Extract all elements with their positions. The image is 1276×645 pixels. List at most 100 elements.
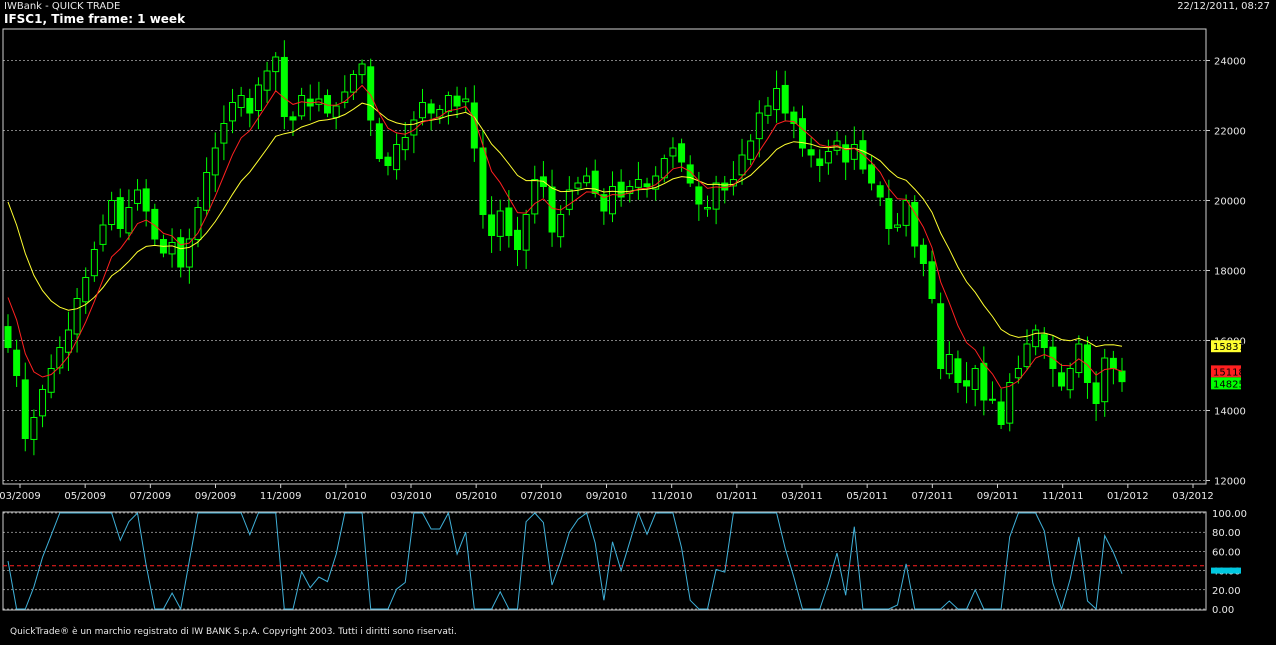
time-tick-label: 11/2011 [1042, 491, 1084, 502]
candle-body [203, 172, 211, 211]
candle-body [1066, 368, 1074, 391]
price-tick-label: 14000 [1214, 407, 1246, 418]
candle-body [557, 214, 565, 238]
candle-body [419, 102, 427, 119]
candle-body [531, 179, 539, 215]
candle-body [496, 210, 504, 237]
candle-body [893, 224, 901, 228]
price-tick-label: 18000 [1214, 267, 1246, 278]
candle-body [125, 207, 133, 234]
time-tick-label: 01/2010 [325, 491, 367, 502]
osc-tick-label: 0.00 [1212, 605, 1234, 616]
candle-body [980, 362, 988, 401]
candle-body [738, 154, 746, 176]
time-tick-label: 05/2009 [64, 491, 106, 502]
candle-body [4, 326, 12, 349]
candle-body [1092, 382, 1100, 404]
candle-body [168, 242, 176, 255]
candle-body [401, 137, 409, 151]
price-axis: 12000140001600018000200002200024000 [1206, 57, 1246, 488]
candle-body [868, 164, 876, 184]
candle-body [64, 329, 72, 353]
time-tick-label: 05/2010 [455, 491, 497, 502]
time-tick-label: 11/2010 [651, 491, 693, 502]
candle-body [678, 143, 686, 163]
candle-body [384, 156, 392, 166]
candle-body [39, 389, 47, 417]
time-tick-label: 03/2010 [390, 491, 432, 502]
candle-body [272, 56, 280, 73]
candle-body [108, 200, 116, 226]
candle-body [902, 200, 910, 226]
oscillator-axis: 0.0020.0040.0060.0080.00100.00 [1211, 509, 1247, 616]
time-tick-label: 01/2012 [1107, 491, 1149, 502]
time-tick-label: 05/2011 [846, 491, 888, 502]
last-value-labels: 15837 1511814825 [1211, 340, 1245, 390]
candle-body [1006, 382, 1014, 424]
candle-body [332, 105, 340, 118]
time-tick-label: 07/2010 [521, 491, 563, 502]
value-badge-text-ma_fast: 15118 [1213, 367, 1245, 378]
candle-body [565, 189, 573, 210]
candle-body [634, 179, 642, 188]
candle-body [1058, 372, 1066, 387]
time-tick-label: 09/2011 [977, 491, 1019, 502]
candle-body [842, 144, 850, 163]
candle-body [246, 97, 254, 114]
candle-body [444, 95, 452, 113]
candle-body [807, 149, 815, 156]
candle-body [608, 186, 616, 215]
time-axis: 03/2009 05/2009 07/2009 09/2009 11/2009 01/20… [0, 484, 1214, 502]
candle-body [548, 186, 556, 233]
candle-body [583, 175, 591, 184]
candle-body [988, 398, 996, 401]
candle-body [349, 74, 357, 93]
candle-body [99, 224, 107, 245]
candle-body [237, 95, 245, 108]
candle-body [479, 147, 487, 215]
candle-body [254, 84, 262, 112]
candle-body [885, 198, 893, 229]
candle-body [781, 84, 789, 114]
candle-body [1023, 343, 1031, 368]
value-badge-text-ma_slow: 15837 [1213, 342, 1245, 353]
candle-body [669, 147, 677, 157]
chart-area: 12000140001600018000200002200024000 03/2… [0, 28, 1247, 616]
osc-tick-label: 100.00 [1212, 509, 1247, 520]
candle-body [798, 118, 806, 149]
candle-body [954, 358, 962, 383]
candle-body [30, 417, 38, 440]
candle-body [695, 186, 703, 205]
candle-body [747, 140, 755, 160]
candle-body [211, 147, 219, 176]
candle-body [945, 354, 953, 375]
candle-body [522, 214, 530, 251]
candle-body [229, 102, 237, 122]
candle-body [410, 119, 418, 136]
candle-body [574, 182, 582, 189]
candle-body [358, 63, 366, 76]
candle-body [824, 151, 832, 164]
candle-body [453, 95, 461, 107]
candle-body [764, 105, 772, 116]
value-badge-text-price: 14825 [1213, 379, 1245, 390]
candle-body [427, 103, 435, 114]
candle-body [13, 349, 21, 376]
price-tick-label: 24000 [1214, 57, 1246, 68]
time-tick-label: 07/2009 [130, 491, 172, 502]
osc-current-marker [1211, 567, 1241, 574]
candle-body [90, 249, 98, 277]
candle-body [375, 123, 383, 159]
candle-body [816, 158, 824, 167]
candle-body [393, 144, 401, 171]
candle-body [850, 144, 858, 160]
time-tick-label: 07/2011 [912, 491, 954, 502]
candle-body [134, 189, 142, 204]
candle-body [1118, 370, 1126, 383]
candle-body [116, 197, 124, 229]
candle-body [220, 123, 228, 144]
candle-body [643, 183, 651, 188]
candle-body [263, 70, 271, 91]
candle-body [755, 112, 763, 140]
candle-body [919, 244, 927, 265]
